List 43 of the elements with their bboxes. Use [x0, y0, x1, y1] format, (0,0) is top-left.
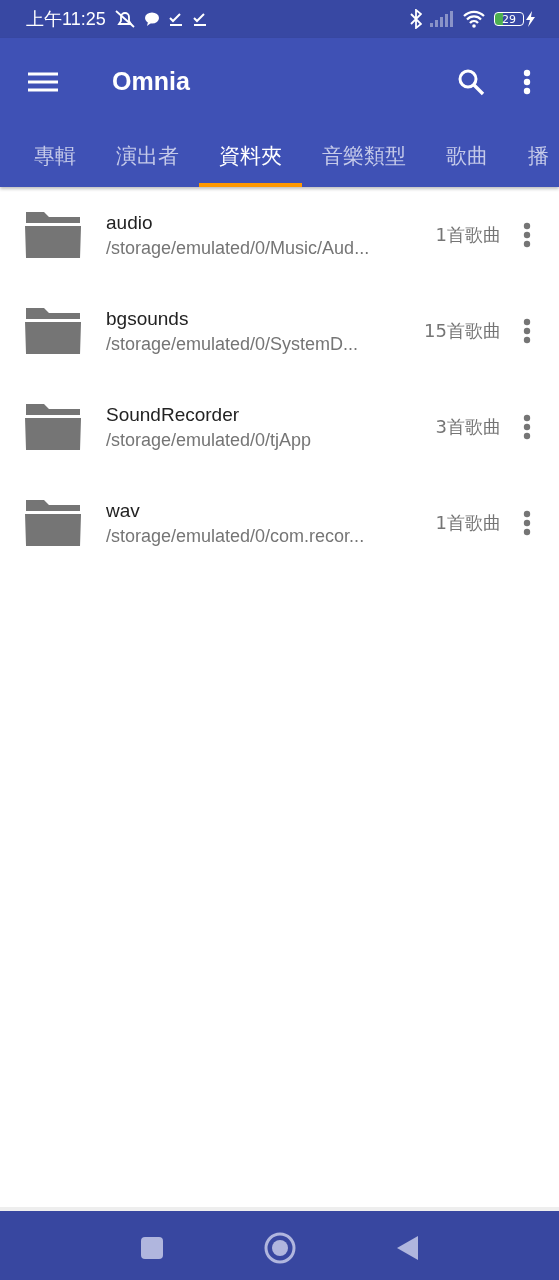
more-icon[interactable]	[523, 414, 531, 440]
home-icon[interactable]	[263, 1231, 296, 1264]
app-title: Omnia	[112, 67, 191, 96]
battery-icon: 29	[494, 12, 524, 26]
tab[interactable]: 資料夾	[199, 125, 302, 187]
folder-path: /storage/emulated/0/tjApp	[106, 429, 313, 451]
more-icon[interactable]	[523, 68, 531, 95]
clock-time: 上午11:25	[26, 8, 106, 31]
folder-icon	[24, 402, 82, 452]
check-icon	[167, 11, 184, 27]
more-icon[interactable]	[523, 318, 531, 344]
folder-path: /storage/emulated/0/Music/Aud...	[106, 237, 371, 259]
song-count: 1首歌曲	[435, 223, 501, 247]
bluetooth-icon	[410, 9, 422, 29]
folder-icon	[24, 210, 82, 260]
lightning-icon	[526, 11, 535, 27]
tab[interactable]: 專輯	[14, 125, 96, 187]
folder-path: /storage/emulated/0/com.recor...	[106, 525, 366, 547]
bell-off-icon	[113, 10, 136, 28]
back-icon[interactable]	[395, 1234, 420, 1261]
check-icon	[191, 11, 208, 27]
song-count: 3首歌曲	[435, 415, 501, 439]
folder-icon	[24, 498, 82, 548]
tab[interactable]: 演出者	[96, 125, 199, 187]
folder-icon	[24, 306, 82, 356]
recents-icon[interactable]	[139, 1235, 164, 1260]
tab[interactable]: 歌曲	[426, 125, 508, 187]
more-icon[interactable]	[523, 222, 531, 248]
menu-icon[interactable]	[28, 71, 58, 92]
search-icon[interactable]	[457, 67, 485, 96]
chat-bubble-icon	[143, 12, 160, 26]
signal-icon	[430, 11, 454, 27]
folder-name: bgsounds	[106, 307, 190, 330]
wifi-icon	[462, 10, 486, 28]
folder-name: audio	[106, 211, 154, 234]
more-icon[interactable]	[523, 510, 531, 536]
folder-name: wav	[106, 499, 141, 522]
tab[interactable]: 播	[508, 125, 559, 187]
folder-path: /storage/emulated/0/SystemD...	[106, 333, 360, 355]
song-count: 15首歌曲	[424, 319, 501, 343]
folder-name: SoundRecorder	[106, 403, 241, 426]
tab[interactable]: 音樂類型	[302, 125, 426, 187]
song-count: 1首歌曲	[435, 511, 501, 535]
